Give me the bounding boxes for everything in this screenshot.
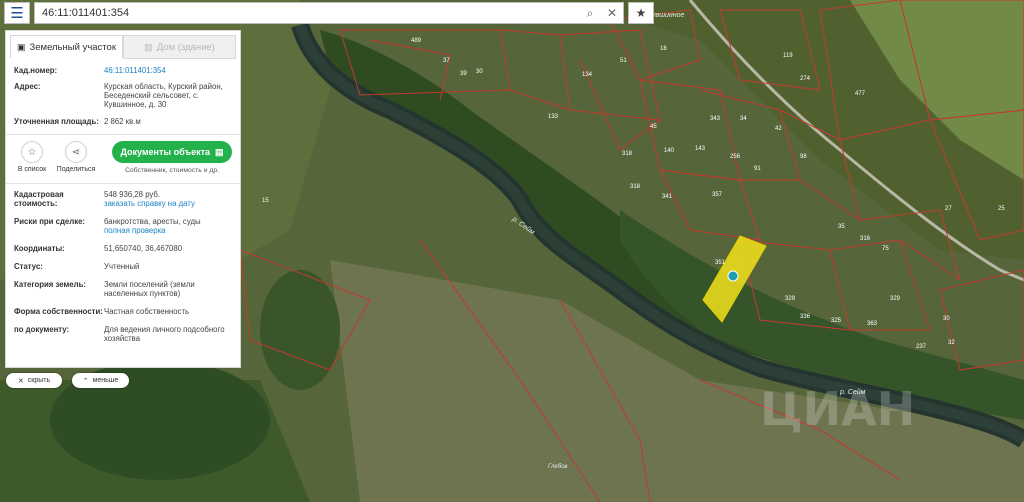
plot-number: 237	[916, 344, 927, 350]
share-label: Поделиться	[56, 166, 96, 173]
plot-number: 316	[860, 236, 871, 242]
documents-block: Документы объекта ▤ Собственник, стоимос…	[112, 141, 232, 174]
plot-number: 329	[785, 296, 796, 302]
plot-number: 134	[582, 72, 593, 78]
cad-number-link[interactable]: 46:11:011401:354	[104, 66, 232, 75]
add-to-list-label: В список	[17, 166, 47, 173]
watermark-logo: ЦИАН	[760, 382, 915, 436]
plot-number: 256	[730, 154, 741, 160]
documents-subtitle: Собственник, стоимость и др.	[124, 167, 220, 174]
plot-number: 343	[710, 116, 721, 122]
plot-number: 119	[783, 53, 793, 59]
plot-number: 30	[943, 316, 950, 322]
area-label: Уточненная площадь:	[14, 117, 99, 126]
by-document-label: по документу:	[14, 325, 70, 334]
plot-number: 98	[800, 154, 807, 160]
risk-value: банкротства, аресты, суды	[104, 217, 201, 226]
hide-label: скрыть	[27, 377, 51, 384]
star-icon: ★	[635, 6, 647, 20]
panel-tabs: ▣ Земельный участок ▥ Дом (здание)	[10, 35, 236, 59]
status-value: Учтенный	[104, 262, 140, 271]
less-label: меньше	[92, 377, 119, 384]
favorite-button[interactable]: ★	[628, 2, 654, 24]
search-icon[interactable]: ⌕	[579, 6, 601, 21]
plot-number: 15	[262, 198, 269, 204]
tab-building[interactable]: ▥ Дом (здание)	[123, 35, 236, 59]
plot-number: 274	[800, 76, 811, 82]
status-label: Статус:	[14, 262, 43, 271]
cost-value: 548 936,28 руб.	[104, 190, 161, 199]
plot-number: 357	[712, 192, 723, 198]
chevron-up-icon: ⌃	[82, 377, 89, 385]
close-icon[interactable]: ✕	[601, 6, 623, 20]
plot-info-panel: ▣ Земельный участок ▥ Дом (здание) Кад.н…	[5, 30, 241, 368]
menu-button[interactable]: ☰	[4, 2, 30, 24]
plot-number: 25	[998, 206, 1005, 212]
plot-number: 341	[662, 194, 673, 200]
plot-number: 91	[754, 166, 761, 172]
document-icon: ▤	[215, 146, 224, 157]
ownership-value: Частная собственность	[104, 307, 190, 316]
plot-number: 325	[831, 318, 842, 324]
plot-number: 318	[622, 151, 633, 157]
plot-number: 351	[715, 260, 726, 266]
share-icon: ⋖	[65, 141, 87, 163]
coord-label: Координаты:	[14, 244, 65, 253]
coord-value: 51,650740, 36,467080	[104, 244, 183, 253]
documents-button[interactable]: Документы объекта ▤	[112, 141, 232, 163]
add-to-list-button[interactable]: ☆ В список	[10, 141, 54, 173]
plot-number: 363	[867, 321, 878, 327]
category-label: Категория земель:	[14, 280, 86, 289]
location-pin[interactable]	[727, 270, 739, 282]
risk-label: Риски при сделке:	[14, 217, 86, 226]
top-bar: ☰ 46:11:011401:354 ⌕ ✕ ★	[4, 2, 655, 24]
action-bar: ☆ В список ⋖ Поделиться Документы объект…	[6, 134, 240, 184]
tab-label: Земельный участок	[29, 41, 116, 53]
plot-number: 37	[443, 58, 450, 64]
tab-land-plot[interactable]: ▣ Земельный участок	[10, 35, 123, 58]
plot-number: 51	[620, 58, 627, 64]
building-icon: ▥	[144, 41, 153, 52]
plot-number: 336	[800, 314, 811, 320]
close-icon: ✕	[17, 377, 24, 385]
address-value: Курская область, Курский район, Беседенс…	[104, 82, 223, 109]
documents-label: Документы объекта	[120, 147, 210, 157]
bottom-label: Глебов	[548, 464, 568, 470]
land-plot-icon: ▣	[17, 41, 26, 52]
by-document-value: Для ведения личного подсобного хозяйства	[104, 325, 225, 343]
plot-number: 140	[664, 148, 675, 154]
search-box[interactable]: 46:11:011401:354 ⌕ ✕	[34, 2, 624, 24]
plot-number: 477	[855, 91, 866, 97]
star-outline-icon: ☆	[21, 141, 43, 163]
share-button[interactable]: ⋖ Поделиться	[54, 141, 98, 173]
plot-number: 39	[460, 71, 467, 77]
order-certificate-link[interactable]: заказать справку на дату	[104, 199, 232, 208]
plot-number: 42	[775, 126, 782, 132]
plot-number: 75	[882, 246, 889, 252]
area-value: 2 862 кв.м	[104, 117, 141, 126]
full-check-link[interactable]: полная проверка	[104, 226, 232, 235]
cost-label: Кадастровая стоимость:	[14, 190, 64, 208]
hide-button[interactable]: ✕ скрыть	[6, 373, 62, 388]
address-label: Адрес:	[14, 82, 41, 91]
plot-number: 133	[548, 114, 559, 120]
ownership-label: Форма собственности:	[14, 307, 103, 316]
plot-number: 34	[740, 116, 747, 122]
plot-number: 318	[630, 184, 641, 190]
tab-label: Дом (здание)	[156, 41, 215, 53]
plot-number: 27	[945, 206, 952, 212]
search-input[interactable]: 46:11:011401:354	[42, 7, 579, 19]
less-button[interactable]: ⌃ меньше	[72, 373, 129, 388]
plot-number: 32	[948, 340, 955, 346]
plot-number: 143	[695, 146, 706, 152]
plot-number: 35	[838, 224, 845, 230]
plot-number: 45	[650, 124, 657, 130]
hamburger-icon: ☰	[10, 5, 24, 22]
plot-number: 18	[660, 46, 667, 52]
plot-number: 30	[476, 69, 483, 75]
category-value: Земли поселений (земли населенных пункто…	[104, 280, 195, 298]
plot-number: 489	[411, 38, 422, 44]
plot-number: 329	[890, 296, 901, 302]
cad-label: Кад.номер:	[14, 66, 58, 75]
